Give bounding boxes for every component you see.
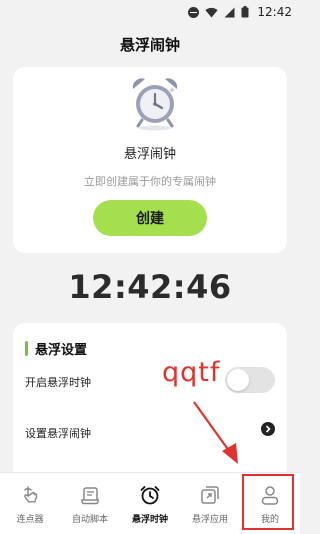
floating-app-icon (201, 486, 219, 504)
wifi-icon (205, 7, 218, 18)
accent-bar (25, 341, 28, 356)
nav-item-auto-script[interactable]: 自动脚本 (60, 473, 120, 534)
nav-label: 自动脚本 (71, 515, 108, 525)
battery-icon (241, 6, 249, 18)
dnd-icon (188, 6, 200, 18)
nav-label: 悬浮时钟 (131, 515, 168, 525)
create-alarm-card: 悬浮闹钟 立即创建属于你的专属闹钟 创建 (13, 67, 287, 253)
clock-icon (140, 486, 160, 505)
current-time-display: 12:42:46 (68, 268, 232, 306)
nav-label: 连点器 (16, 515, 44, 525)
set-floating-alarm-label[interactable]: 设置悬浮闹钟 (25, 425, 91, 441)
nav-item-floating-clock[interactable]: 悬浮时钟 (120, 473, 180, 534)
toggle-knob (227, 369, 249, 391)
chevron-right-icon[interactable] (261, 422, 275, 436)
enable-floating-clock-label: 开启悬浮时钟 (25, 376, 91, 389)
page-title: 悬浮闹钟 (119, 36, 180, 54)
status-time: 12:42 (257, 5, 292, 19)
enable-floating-clock-toggle[interactable] (225, 367, 275, 393)
tap-icon (24, 486, 38, 503)
annotation-text: qqtf (162, 357, 221, 388)
floating-settings-card: 悬浮设置 开启悬浮时钟 设置悬浮闹钟 (13, 323, 287, 483)
create-button[interactable]: 创建 (93, 200, 207, 236)
card-title: 悬浮闹钟 (123, 147, 176, 162)
alarm-clock-icon (132, 78, 178, 131)
nav-item-clicker[interactable]: 连点器 (0, 473, 60, 534)
nav-label: 悬浮应用 (191, 515, 228, 525)
script-icon (81, 487, 99, 505)
card-subtitle: 立即创建属于你的专属闹钟 (84, 175, 216, 188)
settings-title: 悬浮设置 (35, 343, 88, 358)
signal-icon (224, 7, 235, 18)
settings-header: 悬浮设置 (25, 339, 87, 358)
annotation-highlight-box (242, 474, 294, 530)
status-bar: 12:42 (0, 0, 300, 24)
nav-item-floating-app[interactable]: 悬浮应用 (180, 473, 240, 534)
